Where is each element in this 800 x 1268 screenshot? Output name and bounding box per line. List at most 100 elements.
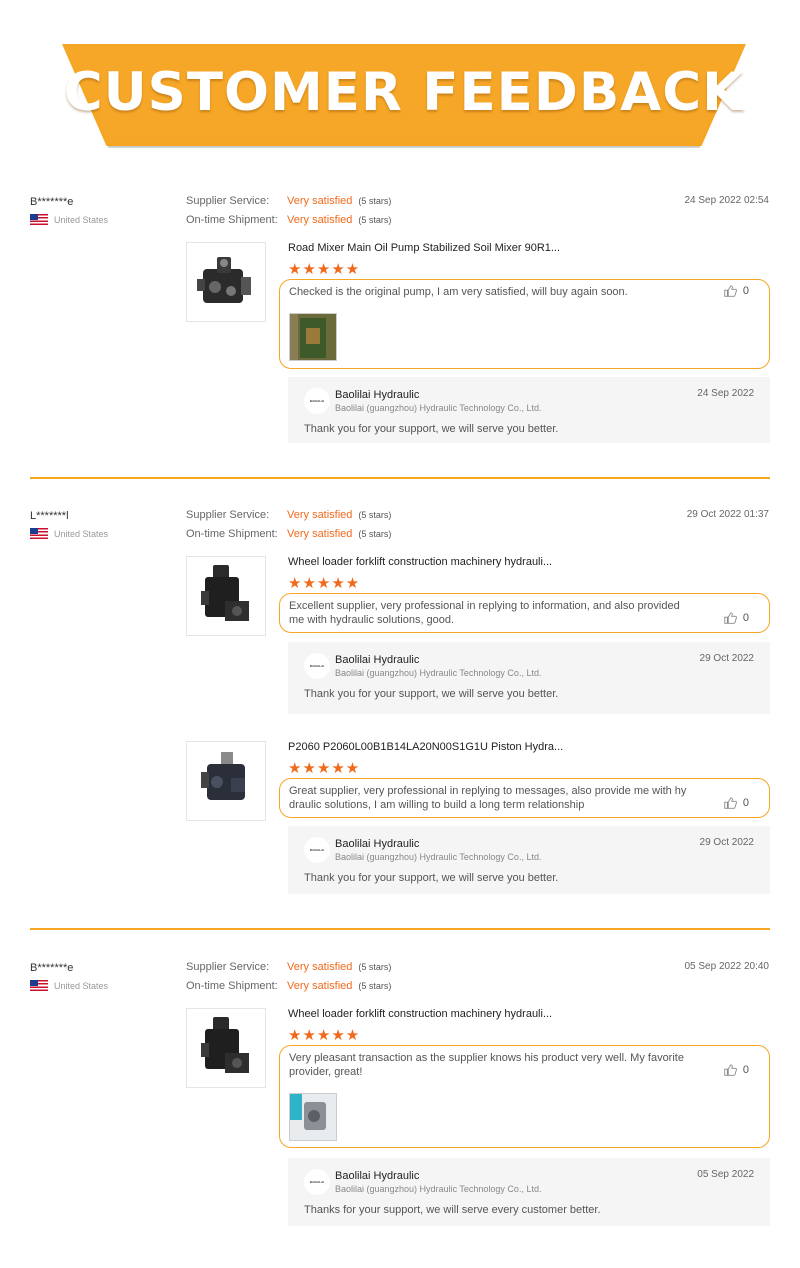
supplier-reply: BAOLILAI Baolilai Hydraulic Baolilai (gu… — [288, 642, 770, 714]
hydraulic-pump-image — [201, 1017, 249, 1073]
attached-photo-image — [290, 314, 336, 360]
like-button[interactable]: 0 — [723, 1063, 749, 1077]
star-rating: ★★★★★ — [288, 261, 361, 278]
rating-stars-text: (5 stars) — [358, 981, 392, 991]
reply-text: Thank you for your support, we will serv… — [304, 423, 559, 435]
star-rating: ★★★★★ — [288, 760, 361, 777]
buyer-name: L*******l — [30, 510, 69, 522]
rating-stars-text: (5 stars) — [358, 510, 392, 520]
product-thumbnail[interactable] — [186, 556, 266, 636]
comment-box: Great supplier, very professional in rep… — [279, 778, 770, 818]
feedback-banner: CUSTOMER FEEDBACK — [62, 44, 746, 152]
reply-text: Thanks for your support, we will serve e… — [304, 1204, 601, 1216]
rating-label: On-time Shipment: — [186, 214, 278, 226]
rating-value: Very satisfied — [287, 509, 353, 521]
supplier-reply: BAOLILAI Baolilai Hydraulic Baolilai (gu… — [288, 826, 770, 894]
rating-stars-text: (5 stars) — [358, 196, 392, 206]
rating-value: Very satisfied — [287, 214, 353, 226]
supplier-logo: BAOLILAI — [304, 1169, 330, 1195]
like-button[interactable]: 0 — [723, 611, 749, 625]
supplier-name: Baolilai Hydraulic — [335, 838, 420, 850]
thumbs-up-icon — [724, 797, 737, 809]
comment-photo[interactable] — [289, 313, 337, 361]
supplier-reply: BAOLILAI Baolilai Hydraulic Baolilai (gu… — [288, 1158, 770, 1226]
thumbs-up-icon — [724, 1064, 737, 1076]
buyer-name: B*******e — [30, 962, 74, 974]
review-date: 29 Oct 2022 01:37 — [686, 509, 769, 520]
country-label: United States — [54, 528, 109, 539]
buyer-country: United States — [30, 528, 108, 539]
shipment-rating: On-time Shipment: Very satisfied (5 stars) — [186, 214, 391, 226]
reply-date: 29 Oct 2022 — [699, 837, 754, 848]
comment-box: Excellent supplier, very professional in… — [279, 593, 770, 633]
rating-stars-text: (5 stars) — [358, 529, 392, 539]
comment-text: Excellent supplier, very professional in… — [289, 600, 680, 626]
page-title: CUSTOMER FEEDBACK — [63, 62, 745, 123]
rating-value: Very satisfied — [287, 528, 353, 540]
review-date: 24 Sep 2022 02:54 — [684, 195, 769, 206]
thumbs-up-icon — [724, 612, 737, 624]
shipment-rating: On-time Shipment: Very satisfied (5 stars) — [186, 528, 391, 540]
review-divider — [30, 477, 770, 479]
shipment-rating: On-time Shipment: Very satisfied (5 stars) — [186, 980, 391, 992]
hydraulic-pump-image — [201, 752, 245, 800]
reply-date: 24 Sep 2022 — [697, 388, 754, 399]
rating-label: On-time Shipment: — [186, 980, 278, 992]
country-label: United States — [54, 214, 109, 225]
thumbs-up-icon — [724, 285, 737, 297]
product-thumbnail[interactable] — [186, 242, 266, 322]
rating-value: Very satisfied — [287, 980, 353, 992]
hydraulic-pump-image — [201, 565, 249, 621]
reply-text: Thank you for your support, we will serv… — [304, 872, 559, 884]
review-divider — [30, 928, 770, 930]
comment-text: Checked is the original pump, I am very … — [289, 286, 628, 298]
us-flag-icon — [30, 528, 48, 539]
supplier-service-rating: Supplier Service: Very satisfied (5 stars) — [186, 509, 391, 521]
us-flag-icon — [30, 214, 48, 225]
product-thumbnail[interactable] — [186, 741, 266, 821]
rating-label: Supplier Service: — [186, 509, 270, 521]
supplier-reply: BAOLILAI Baolilai Hydraulic Baolilai (gu… — [288, 377, 770, 443]
like-count: 0 — [742, 1064, 749, 1076]
reply-text: Thank you for your support, we will serv… — [304, 688, 559, 700]
star-rating: ★★★★★ — [288, 575, 361, 592]
supplier-service-rating: Supplier Service: Very satisfied (5 stars) — [186, 195, 391, 207]
buyer-name: B*******e — [30, 196, 74, 208]
supplier-logo: BAOLILAI — [304, 837, 330, 863]
product-title[interactable]: P2060 P2060L00B1B14LA20N00S1G1U Piston H… — [288, 741, 563, 753]
product-title[interactable]: Road Mixer Main Oil Pump Stabilized Soil… — [288, 242, 560, 254]
like-count: 0 — [742, 285, 749, 297]
rating-stars-text: (5 stars) — [358, 962, 392, 972]
supplier-service-rating: Supplier Service: Very satisfied (5 stars) — [186, 961, 391, 973]
rating-stars-text: (5 stars) — [358, 215, 392, 225]
supplier-logo: BAOLILAI — [304, 653, 330, 679]
product-title[interactable]: Wheel loader forklift construction machi… — [288, 1008, 552, 1020]
hydraulic-pump-image — [197, 257, 251, 303]
buyer-country: United States — [30, 980, 108, 991]
rating-label: Supplier Service: — [186, 961, 270, 973]
comment-box: Checked is the original pump, I am very … — [279, 279, 770, 369]
supplier-logo: BAOLILAI — [304, 388, 330, 414]
product-title[interactable]: Wheel loader forklift construction machi… — [288, 556, 552, 568]
supplier-name: Baolilai Hydraulic — [335, 389, 420, 401]
comment-photo[interactable] — [289, 1093, 337, 1141]
star-rating: ★★★★★ — [288, 1027, 361, 1044]
comment-text: Very pleasant transaction as the supplie… — [289, 1052, 684, 1078]
us-flag-icon — [30, 980, 48, 991]
attached-photo-image — [290, 1094, 336, 1140]
rating-label: On-time Shipment: — [186, 528, 278, 540]
like-count: 0 — [742, 612, 749, 624]
supplier-company: Baolilai (guangzhou) Hydraulic Technolog… — [335, 403, 542, 413]
country-label: United States — [54, 980, 109, 991]
product-thumbnail[interactable] — [186, 1008, 266, 1088]
supplier-company: Baolilai (guangzhou) Hydraulic Technolog… — [335, 1184, 542, 1194]
like-count: 0 — [742, 797, 749, 809]
like-button[interactable]: 0 — [723, 796, 749, 810]
comment-box: Very pleasant transaction as the supplie… — [279, 1045, 770, 1148]
supplier-company: Baolilai (guangzhou) Hydraulic Technolog… — [335, 668, 542, 678]
supplier-name: Baolilai Hydraulic — [335, 654, 420, 666]
rating-value: Very satisfied — [287, 195, 353, 207]
reply-date: 29 Oct 2022 — [699, 653, 754, 664]
supplier-company: Baolilai (guangzhou) Hydraulic Technolog… — [335, 852, 542, 862]
like-button[interactable]: 0 — [723, 284, 749, 298]
